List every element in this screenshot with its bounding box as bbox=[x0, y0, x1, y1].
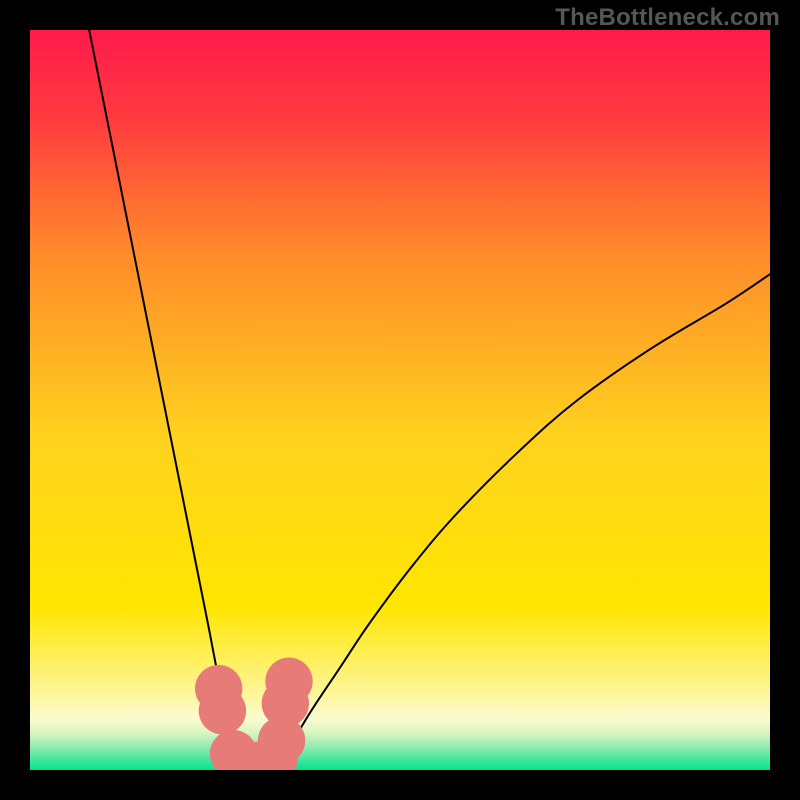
plot-area bbox=[30, 30, 770, 770]
plot-background bbox=[30, 30, 770, 770]
chart-frame: TheBottleneck.com bbox=[0, 0, 800, 800]
watermark-text: TheBottleneck.com bbox=[555, 4, 780, 32]
marker-point bbox=[265, 658, 312, 705]
chart-svg bbox=[30, 30, 770, 770]
marker-point bbox=[199, 687, 246, 734]
